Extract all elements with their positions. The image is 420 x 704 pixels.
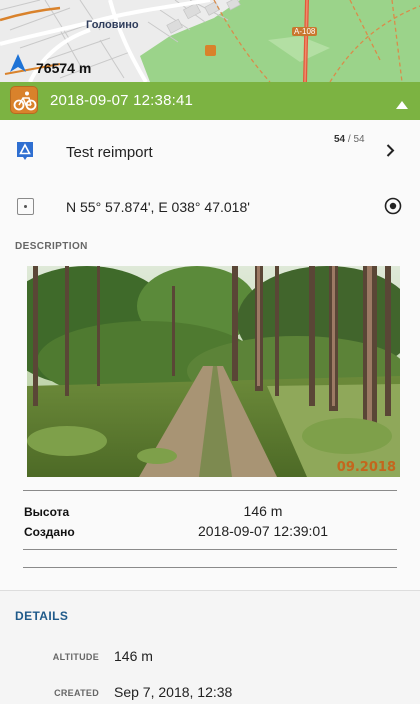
forest-photo: [27, 266, 400, 477]
cycling-icon: [10, 86, 38, 114]
photo-watermark: 09.2018: [336, 460, 396, 475]
details-heading: DETAILS: [15, 609, 69, 623]
point-name-row[interactable]: Test reimport 54 / 54: [0, 120, 420, 184]
point-index: 54: [334, 134, 346, 145]
chevron-up-icon[interactable]: [396, 96, 408, 114]
description-field-row: Высота 146 m: [0, 502, 420, 522]
divider: [23, 549, 397, 550]
details-row-altitude: ALTITUDE 146 m: [0, 647, 420, 669]
point-total: 54: [353, 134, 365, 145]
map-town-label: Головино: [86, 19, 139, 31]
coordinates-icon: [17, 198, 34, 215]
field-label: Создано: [24, 525, 75, 539]
point-timestamp: 2018-09-07 12:38:41: [50, 92, 194, 109]
chevron-right-icon[interactable]: [386, 144, 395, 162]
details-value: 146 m: [114, 648, 153, 664]
point-name: Test reimport: [66, 144, 153, 161]
details-label: CREATED: [54, 688, 99, 698]
details-section: DETAILS ALTITUDE 146 m CREATED Sep 7, 20…: [0, 590, 420, 704]
waypoint-pin-icon: [16, 141, 34, 166]
map-view[interactable]: Головино А-108 76574 m: [0, 0, 420, 82]
point-header-bar[interactable]: 2018-09-07 12:38:41: [0, 82, 420, 120]
coordinates-row[interactable]: N 55° 57.874', E 038° 47.018': [0, 184, 420, 234]
description-photo[interactable]: 09.2018: [27, 266, 400, 477]
description-field-row: Создано 2018-09-07 12:39:01: [0, 522, 420, 542]
point-details-panel: Test reimport 54 / 54 N 55° 57.874', E 0…: [0, 120, 420, 704]
coordinates-value: N 55° 57.874', E 038° 47.018': [66, 199, 250, 215]
field-value: 146 m: [243, 503, 283, 519]
details-value: Sep 7, 2018, 12:38: [114, 684, 233, 700]
description-heading: DESCRIPTION: [15, 241, 88, 252]
map-road-label: А-108: [292, 27, 318, 36]
details-row-created: CREATED Sep 7, 2018, 12:38: [0, 683, 420, 704]
distance-label: 76574 m: [36, 60, 92, 76]
target-icon[interactable]: [384, 197, 402, 220]
field-label: Высота: [24, 505, 70, 519]
divider: [23, 490, 397, 491]
field-value: 2018-09-07 12:39:01: [198, 523, 328, 539]
details-label: ALTITUDE: [52, 652, 99, 662]
divider: [23, 567, 397, 568]
point-counter: 54 / 54: [334, 134, 365, 145]
